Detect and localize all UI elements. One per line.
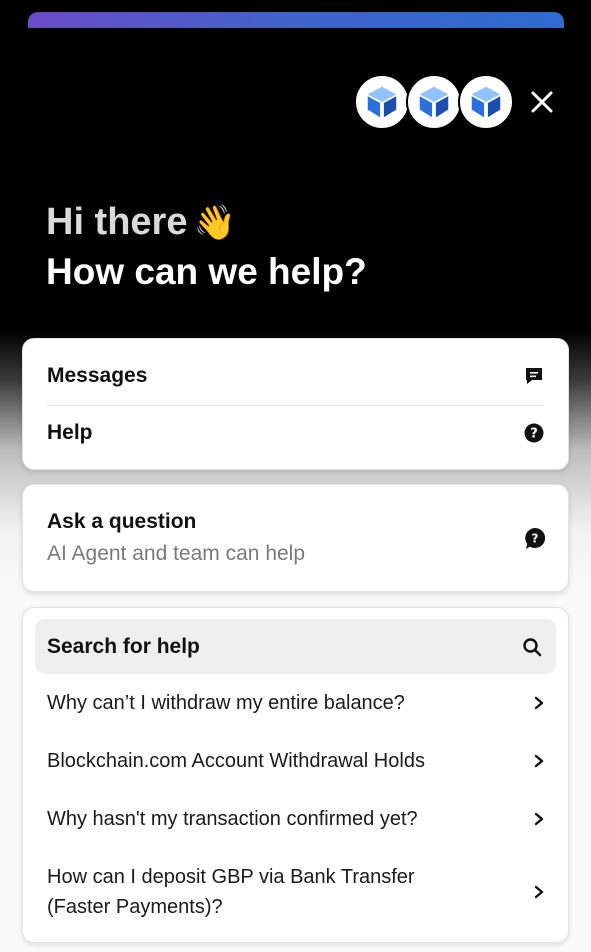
avatar (406, 74, 462, 130)
search-icon (523, 637, 542, 656)
help-search-card: Search for help Why can’t I withdraw my … (22, 607, 569, 943)
article-title: Why can’t I withdraw my entire balance? (47, 692, 405, 714)
article-title: Why hasn't my transaction confirmed yet? (47, 808, 418, 830)
close-icon (531, 91, 553, 113)
avatar (458, 74, 514, 130)
question-circle-icon: ? (524, 423, 544, 443)
chevron-right-icon (534, 754, 544, 768)
greeting-text: Hi there (46, 201, 188, 243)
avatar (354, 74, 410, 130)
page-title: How can we help? (46, 251, 367, 292)
article-title: How can I deposit GBP via Bank Transfer … (47, 866, 415, 918)
blockchain-cube-icon (471, 86, 501, 118)
accent-top-bar (28, 12, 564, 28)
help-article-link[interactable]: Blockchain.com Account Withdrawal Holds (47, 746, 546, 776)
wave-emoji: 👋 (193, 204, 236, 242)
team-avatars (354, 74, 514, 130)
greeting: Hi there 👋 (46, 200, 236, 245)
blockchain-cube-icon (367, 86, 397, 118)
messages-label: Messages (47, 364, 148, 387)
home-nav-card: Messages Help ? (22, 338, 569, 470)
ask-question-title: Ask a question (47, 510, 197, 533)
search-input[interactable]: Search for help (35, 619, 556, 674)
svg-text:?: ? (532, 532, 539, 546)
blockchain-cube-icon (419, 86, 449, 118)
close-button[interactable] (526, 86, 558, 118)
chevron-right-icon (534, 696, 544, 710)
svg-text:?: ? (530, 427, 538, 442)
ask-question-subtitle: AI Agent and team can help (47, 542, 306, 565)
help-label: Help (47, 421, 93, 444)
help-article-link[interactable]: How can I deposit GBP via Bank Transfer … (47, 861, 546, 923)
article-title: Blockchain.com Account Withdrawal Holds (47, 750, 425, 772)
divider (47, 405, 544, 406)
question-bubble-icon: ? (525, 527, 546, 549)
help-row[interactable]: Help ? (47, 418, 544, 448)
chevron-right-icon (534, 885, 544, 899)
messages-row[interactable]: Messages (47, 361, 544, 391)
ask-question-card[interactable]: Ask a question AI Agent and team can hel… (22, 484, 569, 592)
chevron-right-icon (534, 812, 544, 826)
message-icon (526, 368, 542, 384)
help-article-link[interactable]: Why can’t I withdraw my entire balance? (47, 688, 546, 718)
help-article-link[interactable]: Why hasn't my transaction confirmed yet? (47, 804, 546, 834)
search-placeholder: Search for help (47, 634, 200, 658)
